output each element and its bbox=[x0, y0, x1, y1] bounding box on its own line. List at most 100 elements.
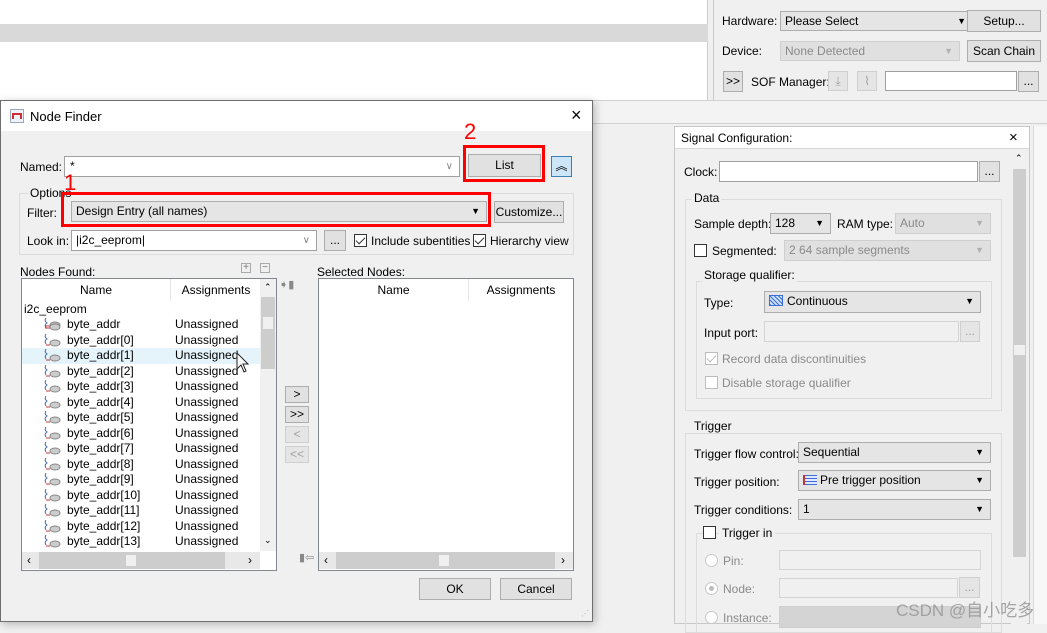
record-discontinuities-checkbox[interactable] bbox=[705, 352, 718, 365]
scroll-right-icon[interactable]: › bbox=[561, 553, 565, 567]
trigger-flow-control-select[interactable]: Sequential ▼ bbox=[798, 442, 991, 463]
node-row[interactable]: byte_addr[8] Unassigned bbox=[22, 457, 260, 473]
node-row[interactable]: byte_addr[9] Unassigned bbox=[22, 472, 260, 488]
trigger-conditions-select[interactable]: 1 ▼ bbox=[798, 499, 991, 520]
trigger-position-label: Trigger position: bbox=[694, 475, 780, 489]
node-assignment: Unassigned bbox=[175, 332, 239, 347]
column-header-name[interactable]: Name bbox=[22, 279, 171, 301]
scrollbar-thumb[interactable] bbox=[263, 317, 273, 329]
scroll-left-icon[interactable]: ‹ bbox=[27, 553, 31, 567]
node-row[interactable]: byte_addr[1] Unassigned bbox=[22, 348, 260, 364]
segmented-select[interactable]: 2 64 sample segments ▼ bbox=[784, 240, 991, 261]
expand-all-icon[interactable]: + bbox=[241, 263, 251, 273]
node-browse-button[interactable]: ... bbox=[959, 577, 980, 598]
sof-browse-button[interactable]: ... bbox=[1018, 71, 1039, 92]
expand-button[interactable]: >> bbox=[723, 71, 743, 92]
column-header-assignments[interactable]: Assignments bbox=[171, 279, 261, 301]
node-radio[interactable] bbox=[705, 582, 718, 595]
trigger-position-select[interactable]: Pre trigger position ▼ bbox=[798, 470, 991, 491]
scroll-right-icon[interactable]: › bbox=[248, 553, 252, 567]
collapse-all-icon[interactable]: − bbox=[260, 263, 270, 273]
node-row[interactable]: byte_addr[6] Unassigned bbox=[22, 426, 260, 442]
pin-input[interactable] bbox=[779, 550, 981, 570]
resize-grip-icon[interactable]: ⋰ bbox=[581, 609, 589, 618]
collapse-options-button[interactable]: ︽ bbox=[551, 156, 572, 177]
disable-storage-qualifier-checkbox[interactable] bbox=[705, 376, 718, 389]
column-header-assignments[interactable]: Assignments bbox=[469, 279, 573, 301]
node-row[interactable]: byte_addr Unassigned bbox=[22, 317, 260, 333]
nodes-vertical-scrollbar[interactable]: ⌃ ⌄ bbox=[260, 279, 276, 551]
clock-browse-button[interactable]: ... bbox=[979, 161, 1000, 182]
node-input[interactable] bbox=[779, 578, 958, 598]
signal-node-icon bbox=[44, 534, 62, 548]
vertical-scrollbar[interactable]: ⌃ bbox=[1011, 151, 1027, 625]
close-icon[interactable]: × bbox=[1009, 129, 1018, 146]
ok-button[interactable]: OK bbox=[419, 578, 491, 600]
move-from-selected-icon[interactable]: ▮⇦ bbox=[299, 551, 314, 564]
sof-file-input[interactable] bbox=[885, 71, 1017, 91]
named-input[interactable]: * ∨ bbox=[64, 156, 460, 177]
column-header-name[interactable]: Name bbox=[319, 279, 469, 301]
customize-button[interactable]: Customize... bbox=[494, 201, 564, 223]
continuous-icon bbox=[769, 295, 783, 306]
remove-all-nodes-button[interactable]: << bbox=[285, 446, 309, 463]
nodes-found-list[interactable]: Name Assignments i2c_eeprom byte_addr Una… bbox=[21, 278, 277, 571]
look-in-browse-button[interactable]: ... bbox=[324, 230, 346, 251]
attach-file-button[interactable]: ⌇ bbox=[857, 71, 877, 91]
node-row[interactable]: byte_addr[5] Unassigned bbox=[22, 410, 260, 426]
scan-chain-button[interactable]: Scan Chain bbox=[967, 40, 1041, 62]
remove-node-button[interactable]: < bbox=[285, 426, 309, 443]
scroll-up-icon[interactable]: ⌃ bbox=[264, 282, 272, 293]
pin-radio[interactable] bbox=[705, 554, 718, 567]
chevron-down-icon[interactable]: ∨ bbox=[446, 157, 453, 176]
scrollbar-thumb[interactable] bbox=[439, 555, 449, 566]
node-row[interactable]: byte_addr[13] Unassigned bbox=[22, 534, 260, 550]
add-node-button[interactable]: > bbox=[285, 386, 309, 403]
list-button[interactable]: List bbox=[468, 154, 541, 177]
node-row[interactable]: byte_addr[0] Unassigned bbox=[22, 333, 260, 349]
look-in-input[interactable]: |i2c_eeprom| ∨ bbox=[71, 230, 317, 251]
scroll-left-icon[interactable]: ‹ bbox=[324, 553, 328, 567]
add-all-nodes-button[interactable]: >> bbox=[285, 406, 309, 423]
node-row[interactable]: byte_addr[2] Unassigned bbox=[22, 364, 260, 380]
sample-depth-select[interactable]: 128 ▼ bbox=[770, 213, 831, 234]
scrollbar-track[interactable] bbox=[1013, 169, 1026, 557]
clock-input[interactable] bbox=[719, 161, 978, 182]
type-select[interactable]: Continuous ▼ bbox=[764, 291, 981, 313]
program-device-button[interactable]: ⤓ bbox=[828, 71, 848, 91]
node-row[interactable]: byte_addr[10] Unassigned bbox=[22, 488, 260, 504]
node-row[interactable]: byte_addr[7] Unassigned bbox=[22, 441, 260, 457]
scrollbar-thumb[interactable] bbox=[126, 555, 136, 566]
selected-horizontal-scrollbar[interactable]: ‹ › bbox=[319, 552, 573, 569]
filter-select[interactable]: Design Entry (all names) ▼ bbox=[71, 201, 487, 222]
input-port-browse-button[interactable]: ... bbox=[960, 321, 980, 342]
hierarchy-view-checkbox[interactable] bbox=[473, 234, 486, 247]
trigger-in-checkbox[interactable] bbox=[703, 526, 716, 539]
paperclip-icon: ⌇ bbox=[864, 74, 870, 88]
node-row[interactable]: byte_addr[12] Unassigned bbox=[22, 519, 260, 535]
cancel-button[interactable]: Cancel bbox=[500, 578, 572, 600]
scroll-down-icon[interactable]: ⌄ bbox=[264, 535, 272, 546]
scrollbar-thumb[interactable] bbox=[1014, 345, 1025, 355]
tree-root[interactable]: i2c_eeprom bbox=[24, 302, 87, 316]
hardware-select[interactable]: Please Select ▼ bbox=[780, 11, 973, 31]
device-select[interactable]: None Detected ▼ bbox=[780, 41, 960, 61]
ram-type-select[interactable]: Auto ▼ bbox=[895, 213, 991, 234]
setup-button[interactable]: Setup... bbox=[967, 10, 1041, 32]
instance-radio[interactable] bbox=[705, 611, 718, 624]
dropdown-arrow-icon: ▼ bbox=[975, 218, 984, 228]
nodes-horizontal-scrollbar[interactable]: ‹ › bbox=[22, 552, 260, 569]
include-subentities-checkbox[interactable] bbox=[354, 234, 367, 247]
selected-nodes-list[interactable]: Name Assignments ‹ › bbox=[318, 278, 574, 571]
dialog-titlebar[interactable]: Node Finder × bbox=[1, 101, 592, 131]
node-row[interactable]: byte_addr[3] Unassigned bbox=[22, 379, 260, 395]
scroll-up-icon[interactable]: ⌃ bbox=[1015, 153, 1023, 164]
node-row[interactable]: byte_addr[4] Unassigned bbox=[22, 395, 260, 411]
input-port-input[interactable] bbox=[764, 321, 959, 342]
scrollbar-track[interactable] bbox=[261, 297, 275, 369]
chevron-down-icon[interactable]: ∨ bbox=[303, 231, 310, 250]
node-row[interactable]: byte_addr[11] Unassigned bbox=[22, 503, 260, 519]
move-to-selected-icon[interactable]: ➧▮ bbox=[279, 278, 294, 291]
segmented-checkbox[interactable] bbox=[694, 244, 707, 257]
close-icon[interactable]: × bbox=[571, 105, 582, 126]
